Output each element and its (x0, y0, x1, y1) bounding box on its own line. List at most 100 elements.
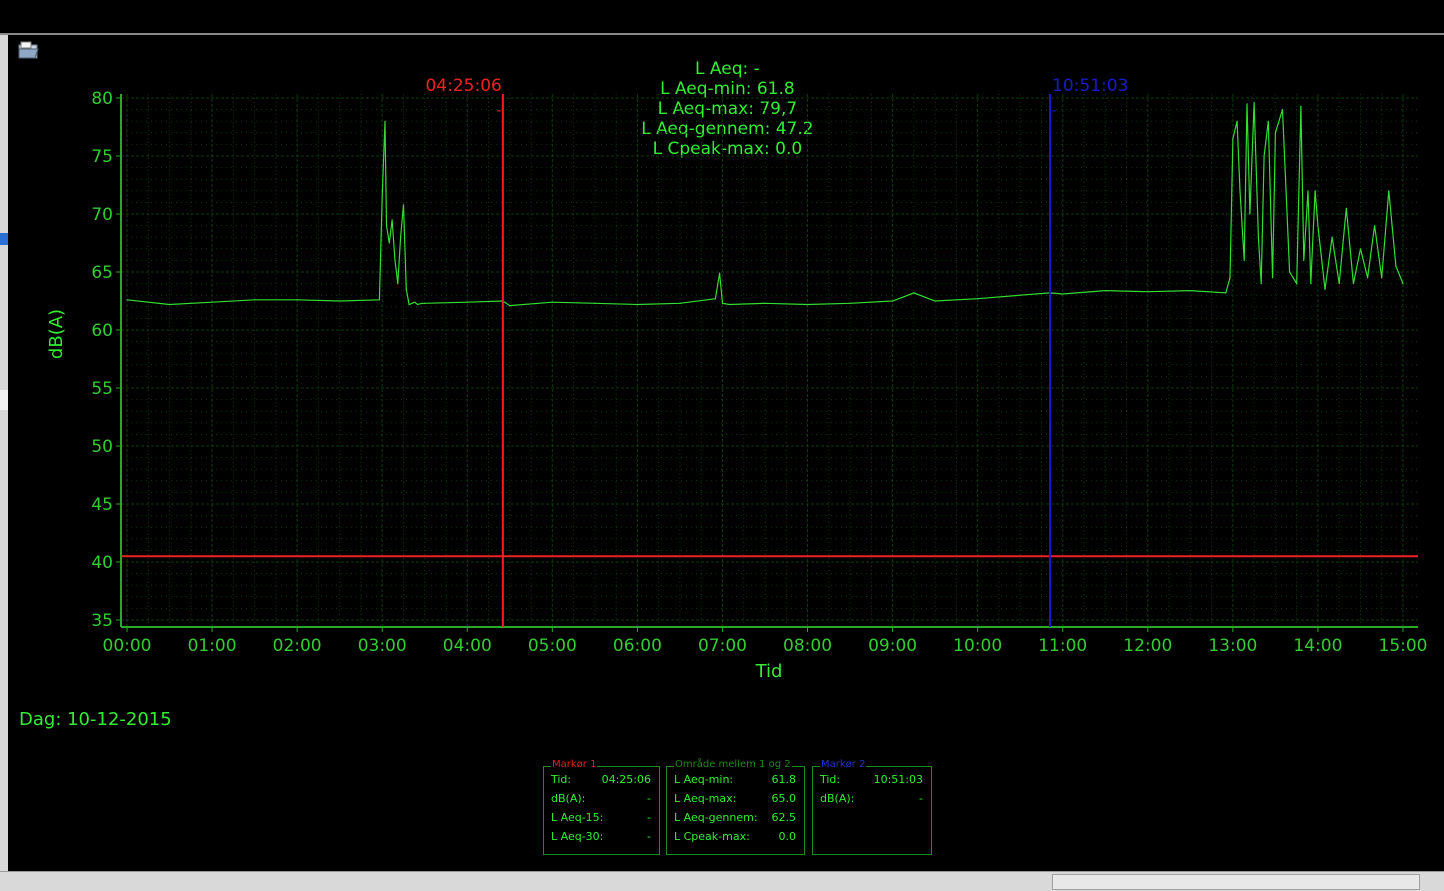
data-point (1274, 132, 1276, 134)
data-point (378, 299, 380, 301)
data-point (1189, 289, 1191, 292)
y-tick-label: 65 (91, 263, 113, 283)
sound-level-chart[interactable]: 80 75 70 65 60 55 50 45 40 35 00:00 01:00 02:00 03:00… (0, 0, 1444, 890)
data-point (728, 303, 731, 306)
chart-axes (120, 94, 1418, 628)
x-tick-label: 14:00 (1293, 636, 1342, 656)
marker2-row: Tid: 10:51:03 (820, 773, 923, 786)
data-point (1243, 259, 1245, 261)
x-tick-label: 06:00 (613, 636, 662, 656)
data-point (1257, 236, 1259, 238)
row-label: L Aeq-30: (551, 830, 604, 843)
data-point (1236, 120, 1238, 122)
marker2-panel-title: Markør 2 (820, 759, 867, 770)
range-panel: Område mellem 1 og 2 L Aeq-min: 61.8 L Aeq… (666, 759, 805, 855)
y-axis-title: dB(A) (46, 309, 67, 359)
row-value: - (647, 792, 651, 805)
y-tick-label: 40 (91, 553, 113, 573)
x-tick-label: 12:00 (1123, 636, 1172, 656)
data-point (1019, 294, 1021, 296)
row-value: - (647, 830, 651, 843)
y-tick-label: 70 (91, 205, 113, 225)
data-point (424, 302, 426, 304)
x-tick-label: 00:00 (103, 636, 152, 656)
row-value: - (919, 792, 923, 805)
data-point (1359, 248, 1362, 250)
status-cell (1052, 874, 1420, 890)
x-tick-label: 01:00 (188, 636, 237, 656)
day-label: Dag: 10-12-2015 (19, 709, 172, 730)
data-point (1374, 225, 1376, 227)
data-point (408, 303, 410, 306)
data-point (211, 301, 213, 303)
data-point (594, 302, 596, 304)
data-point (1288, 271, 1291, 273)
data-point (721, 302, 724, 304)
x-tick-label: 10:00 (953, 636, 1002, 656)
data-point (1147, 291, 1149, 293)
data-point (391, 219, 393, 221)
data-point (1307, 190, 1309, 192)
y-tick-label: 75 (91, 147, 113, 167)
data-point (126, 299, 128, 301)
data-point (1317, 225, 1319, 227)
data-point (405, 288, 407, 290)
data-point (1366, 277, 1369, 279)
data-point (913, 292, 915, 294)
marker-value-2: - (1052, 103, 1057, 119)
data-point (1345, 207, 1347, 209)
data-point (1296, 283, 1298, 285)
data-point (1104, 289, 1106, 292)
row-label: L Aeq-gennem: (674, 811, 758, 824)
data-point (1300, 105, 1302, 107)
data-point (466, 301, 468, 303)
data-point (1260, 283, 1262, 285)
row-label: dB(A): (820, 792, 855, 805)
marker2-row: dB(A): - (820, 792, 923, 805)
data-point (1352, 283, 1354, 285)
data-point (849, 302, 851, 304)
x-tick-label: 09:00 (868, 636, 917, 656)
data-point (509, 305, 511, 307)
row-value: 62.5 (771, 811, 797, 824)
marker1-row: dB(A): - (551, 792, 651, 805)
data-point (892, 300, 894, 302)
range-row: L Aeq-min: 61.8 (674, 773, 796, 786)
data-point (1388, 190, 1390, 192)
data-series (121, 102, 1418, 558)
data-point (339, 300, 341, 302)
data-point (551, 301, 553, 303)
range-row: L Aeq-max: 65.0 (674, 792, 796, 805)
x-tick-label: 13:00 (1208, 636, 1257, 656)
row-value: 04:25:06 (601, 773, 651, 786)
y-tick-label: 55 (91, 379, 113, 399)
data-point (381, 196, 383, 198)
data-point (1267, 120, 1269, 122)
x-tick-label: 08:00 (783, 636, 832, 656)
y-tick-label: 60 (91, 321, 113, 341)
row-label: L Aeq-min: (674, 773, 734, 786)
data-point (1303, 259, 1305, 261)
data-point (1062, 293, 1064, 295)
data-point (1232, 138, 1234, 140)
x-axis-title: Tid (755, 661, 783, 682)
marker1-panel: Markør 1 Tid: 04:25:06 dB(A): - L Aeq-15: - L … (543, 759, 660, 855)
data-point (1338, 283, 1340, 285)
x-tick-label: 11:00 (1038, 636, 1087, 656)
x-tick-label: 05:00 (528, 636, 577, 656)
data-point (421, 302, 423, 304)
data-point (417, 303, 419, 306)
row-label: L Aeq-max: (674, 792, 737, 805)
data-point (397, 283, 399, 285)
marker1-row: L Aeq-15: - (551, 811, 651, 824)
data-point (1229, 277, 1231, 279)
data-point (384, 120, 386, 122)
data-point (1314, 190, 1316, 192)
data-point (1253, 102, 1255, 104)
range-row: L Cpeak-max: 0.0 (674, 830, 796, 843)
data-point (388, 242, 390, 244)
data-point (1381, 277, 1383, 279)
data-point (806, 303, 809, 306)
data-point (1249, 213, 1251, 215)
marker-time-label-2: 10:51:03 (1052, 76, 1128, 96)
